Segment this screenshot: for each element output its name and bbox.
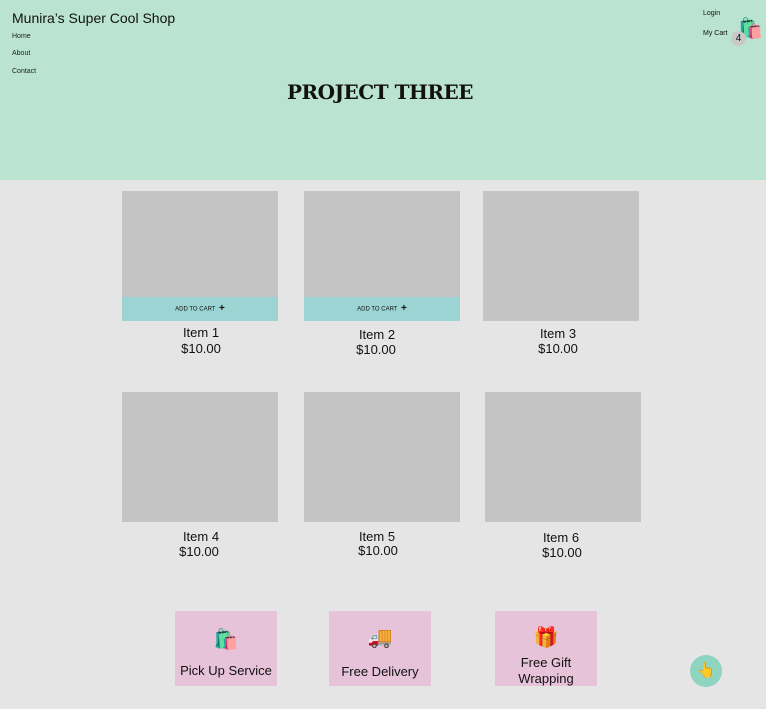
- feature-free-delivery[interactable]: 🚚 Free Delivery: [329, 611, 431, 686]
- nav-contact[interactable]: Contact: [12, 68, 36, 75]
- add-to-cart-button-1[interactable]: ADD TO CART +: [122, 297, 278, 321]
- shopping-bags-icon: 🛍️: [213, 629, 239, 651]
- product-price-1: $10.00: [181, 341, 221, 356]
- feature-label: Free Gift Wrapping: [518, 655, 574, 686]
- site-header: Munira’s Super Cool Shop Home About Cont…: [0, 0, 766, 180]
- login-link[interactable]: Login: [703, 10, 720, 17]
- product-price-5: $10.00: [358, 543, 398, 558]
- add-to-cart-button-2[interactable]: ADD TO CART +: [304, 297, 460, 321]
- product-image-1[interactable]: ADD TO CART +: [122, 191, 278, 321]
- product-price-6: $10.00: [542, 545, 582, 560]
- page-title: PROJECT THREE: [287, 80, 473, 104]
- product-price-3: $10.00: [538, 341, 578, 356]
- my-cart-link[interactable]: My Cart: [703, 30, 728, 37]
- product-image-3[interactable]: [483, 191, 639, 321]
- add-to-cart-label: ADD TO CART: [175, 306, 216, 313]
- nav-home[interactable]: Home: [12, 33, 31, 40]
- feature-pick-up-service[interactable]: 🛍️ Pick Up Service: [175, 611, 277, 686]
- product-image-2[interactable]: ADD TO CART +: [304, 191, 460, 321]
- product-name-3: Item 3: [539, 326, 577, 341]
- delivery-truck-icon: 🚚: [367, 627, 393, 649]
- product-name-1: Item 1: [182, 325, 220, 340]
- nav-about[interactable]: About: [12, 50, 30, 57]
- product-name-6: Item 6: [542, 530, 580, 545]
- product-image-6[interactable]: [485, 392, 641, 522]
- product-image-4[interactable]: [122, 392, 278, 522]
- feature-label: Free Delivery: [341, 664, 419, 679]
- plus-icon: +: [219, 303, 225, 314]
- add-to-cart-label: ADD TO CART: [357, 306, 398, 313]
- feature-label: Pick Up Service: [180, 663, 272, 678]
- product-name-4: Item 4: [182, 529, 220, 544]
- feature-free-gift-wrapping[interactable]: 🎁 Free Gift Wrapping: [495, 611, 597, 686]
- gift-icon: 🎁: [533, 627, 559, 649]
- product-price-2: $10.00: [356, 342, 396, 357]
- cart-count-badge: 4: [731, 31, 746, 46]
- shop-name: Munira’s Super Cool Shop: [12, 10, 176, 26]
- product-image-5[interactable]: [304, 392, 460, 522]
- product-name-5: Item 5: [358, 529, 396, 544]
- product-price-4: $10.00: [179, 544, 219, 559]
- plus-icon: +: [401, 303, 407, 314]
- product-name-2: Item 2: [358, 327, 396, 342]
- pointing-hand-icon[interactable]: 👆: [690, 655, 722, 687]
